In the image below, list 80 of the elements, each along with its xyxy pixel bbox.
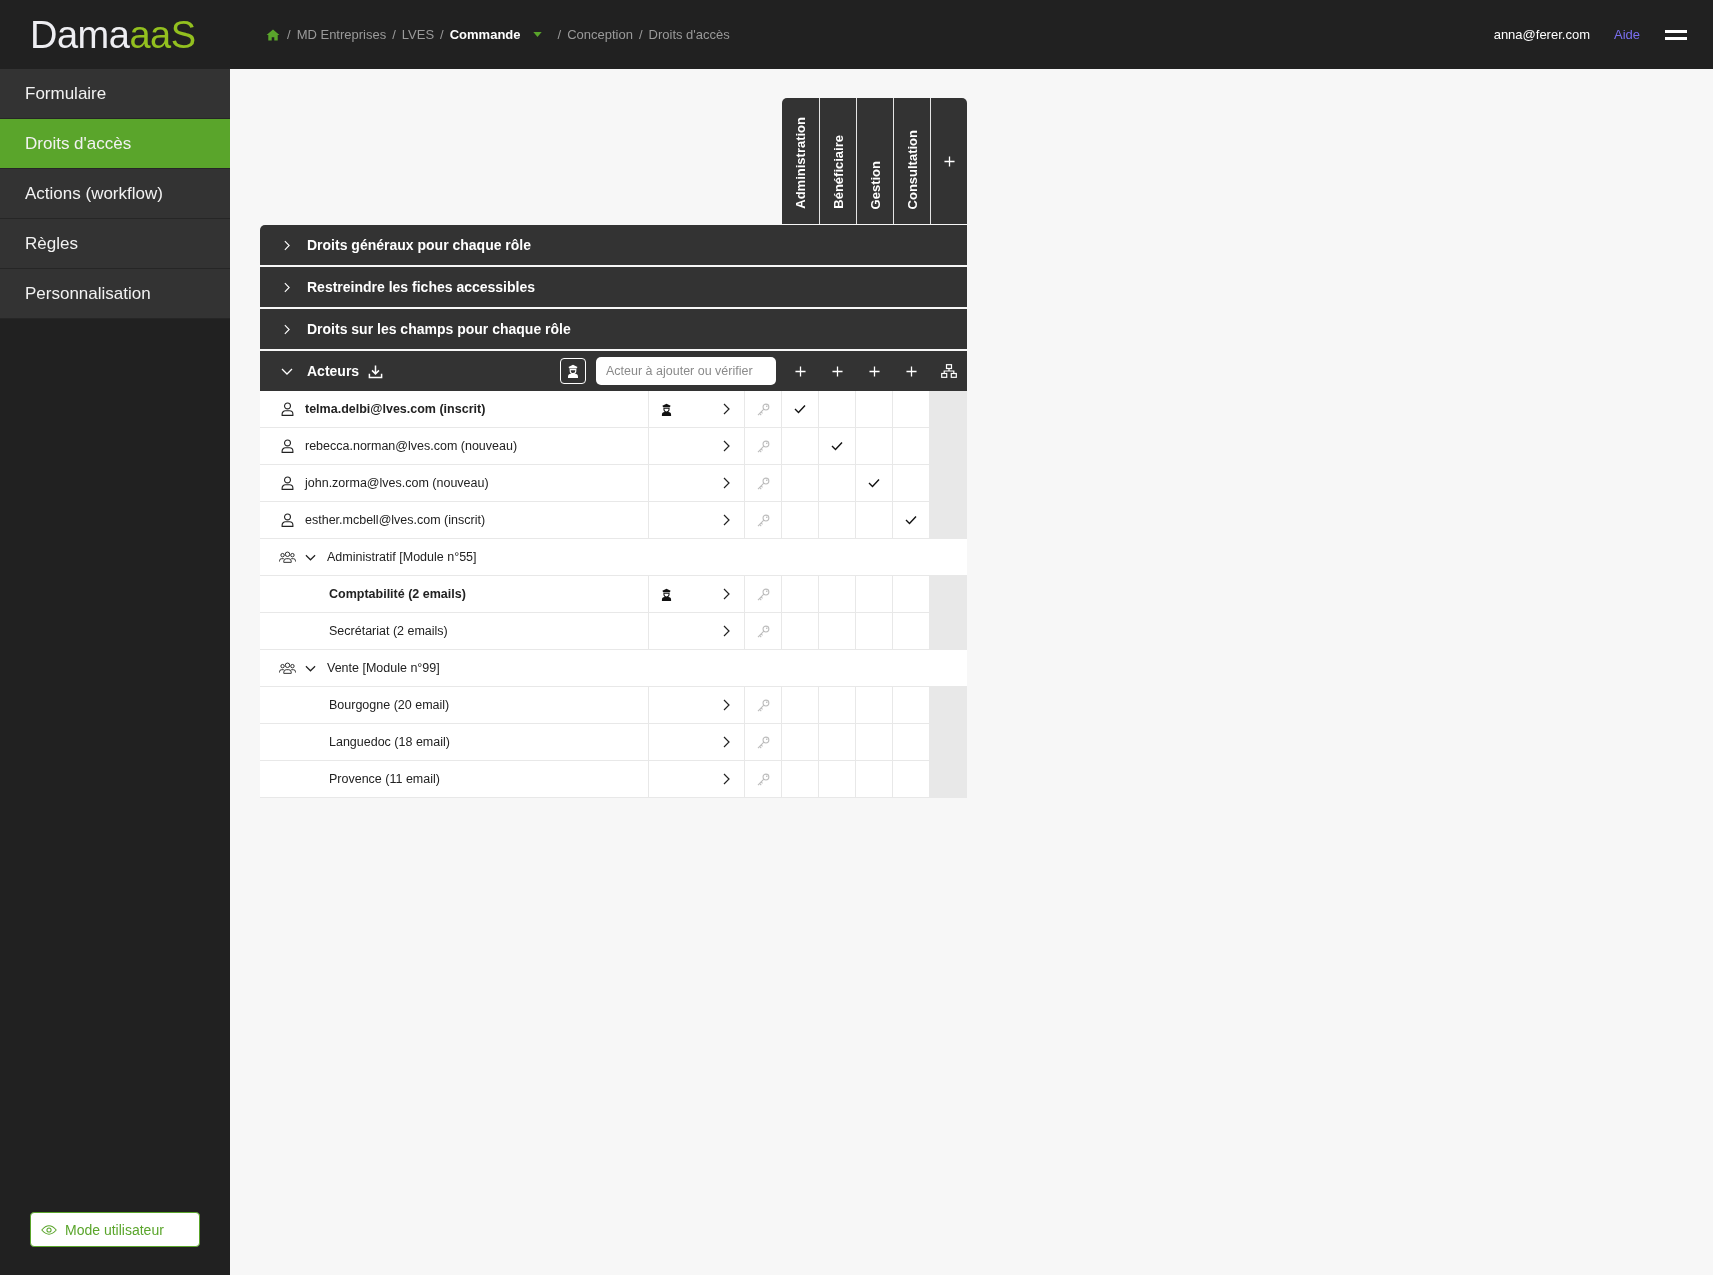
chevron-down-icon[interactable] — [305, 553, 316, 561]
role-column-header[interactable]: Bénéficiaire — [831, 135, 845, 209]
role-column-header[interactable]: Consultation — [905, 129, 919, 209]
breadcrumb-link[interactable]: Commande — [449, 27, 521, 42]
actor-search-field[interactable]: Acteur à ajouter ou vérifier — [596, 357, 776, 385]
chevron-right-icon[interactable] — [723, 514, 730, 526]
help-link[interactable]: Aide — [1613, 27, 1640, 42]
chevron-right-icon[interactable] — [723, 588, 730, 600]
check-icon — [905, 515, 917, 525]
person-icon — [281, 402, 294, 416]
check-icon — [794, 404, 806, 414]
check-icon — [831, 441, 843, 451]
actor-name: rebecca.norman@lves.com (nouveau) — [305, 439, 518, 453]
breadcrumb-separator: / — [638, 27, 643, 42]
people-icon — [279, 551, 296, 563]
section-header[interactable]: Restreindre les fiches accessibles — [260, 267, 967, 307]
member-name: Comptabilité (2 emails) — [329, 587, 466, 601]
key-icon[interactable] — [756, 513, 770, 527]
member-name: Bourgogne (20 email) — [329, 698, 450, 712]
section-header[interactable]: Droits généraux pour chaque rôle — [260, 225, 967, 265]
chevron-right-icon[interactable] — [723, 699, 730, 711]
sitemap-icon[interactable] — [940, 364, 957, 378]
check-icon — [868, 478, 880, 488]
people-icon — [279, 662, 296, 674]
key-icon[interactable] — [756, 735, 770, 749]
breadcrumb-separator: / — [440, 27, 444, 42]
breadcrumb-link[interactable]: LVES — [401, 27, 435, 42]
eye-icon — [41, 1224, 57, 1235]
key-icon[interactable] — [756, 587, 770, 601]
user-email-link[interactable]: anna@ferer.com — [1493, 27, 1590, 42]
plus-icon[interactable] — [906, 365, 917, 377]
member-name: Languedoc (18 email) — [329, 735, 450, 749]
breadcrumb-link[interactable]: Droits d'accès — [648, 27, 730, 42]
breadcrumb-link[interactable]: Conception — [567, 27, 633, 42]
key-icon[interactable] — [756, 402, 770, 416]
member-name: Secrétariat (2 emails) — [329, 624, 448, 638]
actor-name: telma.delbi@lves.com (inscrit) — [305, 402, 486, 416]
menu-icon[interactable] — [1665, 29, 1687, 40]
plus-icon[interactable] — [795, 365, 806, 377]
section-header[interactable]: Droits sur les champs pour chaque rôle — [260, 309, 967, 349]
home-icon[interactable] — [266, 28, 280, 41]
role-column-header[interactable]: Gestion — [868, 160, 882, 209]
breadcrumb-separator: / — [392, 27, 396, 42]
chevron-right-icon[interactable] — [723, 773, 730, 785]
key-icon[interactable] — [756, 698, 770, 712]
key-icon[interactable] — [756, 439, 770, 453]
download-icon[interactable] — [368, 363, 384, 379]
plus-icon[interactable] — [832, 365, 843, 377]
member-name: Provence (11 email) — [329, 772, 440, 786]
person-icon — [281, 476, 294, 490]
chevron-right-icon[interactable] — [723, 736, 730, 748]
group-name: Vente [Module n°99] — [327, 661, 440, 675]
chevron-right-icon[interactable] — [723, 477, 730, 489]
group-name: Administratif [Module n°55] — [327, 550, 477, 564]
sidebar-item[interactable]: Personnalisation — [0, 269, 230, 319]
sidebar-item[interactable]: Règles — [0, 219, 230, 269]
breadcrumb-separator: / — [287, 27, 291, 42]
key-icon[interactable] — [756, 476, 770, 490]
chevron-right-icon[interactable] — [723, 403, 730, 415]
actor-name: esther.mcbell@lves.com (inscrit) — [305, 513, 486, 527]
breadcrumb-link[interactable]: MD Entreprises — [296, 27, 387, 42]
plus-icon[interactable] — [869, 365, 880, 377]
plus-icon[interactable] — [943, 155, 955, 167]
chevron-right-icon[interactable] — [723, 625, 730, 637]
manager-filter-button[interactable] — [560, 358, 586, 384]
chevron-down-icon[interactable] — [305, 664, 316, 672]
actor-name: john.zorma@lves.com (nouveau) — [305, 476, 489, 490]
logo[interactable]: DamaaaS — [30, 15, 196, 54]
key-icon[interactable] — [756, 624, 770, 638]
role-column-header[interactable]: Administration — [794, 117, 807, 209]
key-icon[interactable] — [756, 772, 770, 786]
caret-down-icon[interactable] — [532, 32, 542, 37]
section-title: Acteurs — [307, 363, 360, 379]
person-icon — [281, 513, 294, 527]
chevron-right-icon[interactable] — [723, 440, 730, 452]
person-icon — [281, 439, 294, 453]
sidebar-item[interactable]: Actions (workflow) — [0, 169, 230, 219]
breadcrumb-separator: / — [557, 27, 562, 42]
sidebar-item[interactable]: Formulaire — [0, 69, 230, 119]
user-cap-icon — [567, 364, 579, 378]
